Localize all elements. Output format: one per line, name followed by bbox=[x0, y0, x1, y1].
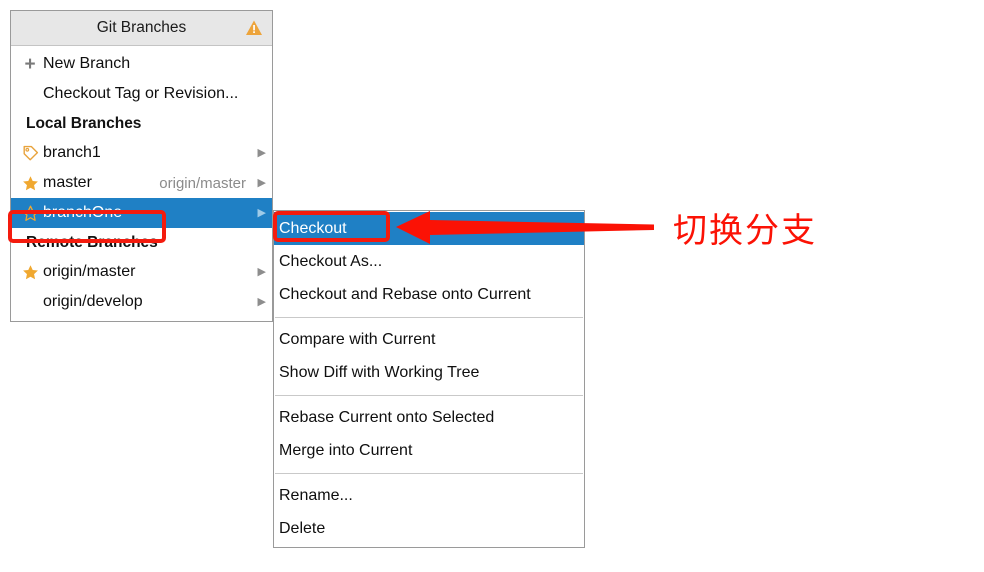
menu-item-rebase-current-onto-selected[interactable]: Rebase Current onto Selected bbox=[274, 401, 584, 434]
menu-item-checkout-and-rebase-onto-current[interactable]: Checkout and Rebase onto Current bbox=[274, 278, 584, 311]
chevron-right-icon[interactable]: ▶ bbox=[254, 177, 266, 189]
branch-item-label: branch1 bbox=[43, 144, 101, 161]
branch-item-origin-master[interactable]: origin/master ▶ bbox=[11, 257, 272, 287]
panel-title: Git Branches bbox=[96, 19, 187, 36]
chevron-right-icon[interactable]: ▶ bbox=[254, 266, 266, 278]
menu-item-checkout-as[interactable]: Checkout As... bbox=[274, 245, 584, 278]
spacer-icon bbox=[20, 84, 40, 104]
panel-body: + New Branch Checkout Tag or Revision...… bbox=[11, 46, 272, 321]
branch-context-menu: Checkout Checkout As... Checkout and Reb… bbox=[273, 210, 585, 548]
menu-item-delete[interactable]: Delete bbox=[274, 512, 584, 545]
branch-item-branch1[interactable]: branch1 ▶ bbox=[11, 138, 272, 168]
branch-item-label: origin/master bbox=[43, 263, 136, 280]
menu-item-show-diff-with-working-tree[interactable]: Show Diff with Working Tree bbox=[274, 356, 584, 389]
menu-group-rename-delete: Rename... Delete bbox=[274, 478, 584, 547]
git-branches-panel: Git Branches + New Branch Checkout Tag o… bbox=[10, 10, 273, 322]
menu-separator bbox=[275, 473, 583, 474]
menu-item-merge-into-current[interactable]: Merge into Current bbox=[274, 434, 584, 467]
plus-icon: + bbox=[24, 53, 36, 75]
branch-item-label: master bbox=[43, 174, 92, 191]
warning-triangle-icon[interactable] bbox=[245, 19, 263, 37]
panel-header: Git Branches bbox=[11, 11, 272, 46]
star-filled-icon bbox=[20, 262, 40, 282]
group-heading-local-branches: Local Branches bbox=[26, 114, 142, 132]
star-outline-icon bbox=[20, 203, 40, 223]
menu-separator bbox=[275, 317, 583, 318]
chevron-right-icon[interactable]: ▶ bbox=[254, 296, 266, 308]
annotation-text: 切换分支 bbox=[673, 211, 817, 251]
group-heading-remote-branches: Remote Branches bbox=[26, 233, 158, 251]
branch-item-origin-develop[interactable]: origin/develop ▶ bbox=[11, 287, 272, 317]
menu-group-checkout: Checkout Checkout As... Checkout and Reb… bbox=[274, 211, 584, 313]
star-filled-icon bbox=[20, 173, 40, 193]
chevron-right-icon[interactable]: ▶ bbox=[254, 207, 266, 219]
menu-item-rename[interactable]: Rename... bbox=[274, 479, 584, 512]
branch-item-label: branchOne bbox=[43, 204, 123, 221]
menu-item-compare-with-current[interactable]: Compare with Current bbox=[274, 323, 584, 356]
action-checkout-tag-label: Checkout Tag or Revision... bbox=[43, 85, 239, 102]
spacer-icon bbox=[20, 292, 40, 312]
menu-group-rebase-merge: Rebase Current onto Selected Merge into … bbox=[274, 400, 584, 469]
action-new-branch-label: New Branch bbox=[43, 55, 131, 72]
menu-separator bbox=[275, 395, 583, 396]
menu-item-checkout[interactable]: Checkout bbox=[274, 212, 584, 245]
chevron-right-icon[interactable]: ▶ bbox=[254, 147, 266, 159]
branch-tracking-label: origin/master bbox=[159, 174, 246, 192]
tag-icon bbox=[20, 143, 40, 163]
branch-item-label: origin/develop bbox=[43, 293, 143, 310]
action-checkout-tag-or-revision[interactable]: Checkout Tag or Revision... bbox=[11, 79, 272, 109]
branch-item-master[interactable]: master origin/master ▶ bbox=[11, 168, 272, 198]
menu-group-compare: Compare with Current Show Diff with Work… bbox=[274, 322, 584, 391]
action-new-branch[interactable]: + New Branch bbox=[11, 49, 272, 79]
branch-item-branchone[interactable]: branchOne ▶ bbox=[11, 198, 272, 228]
